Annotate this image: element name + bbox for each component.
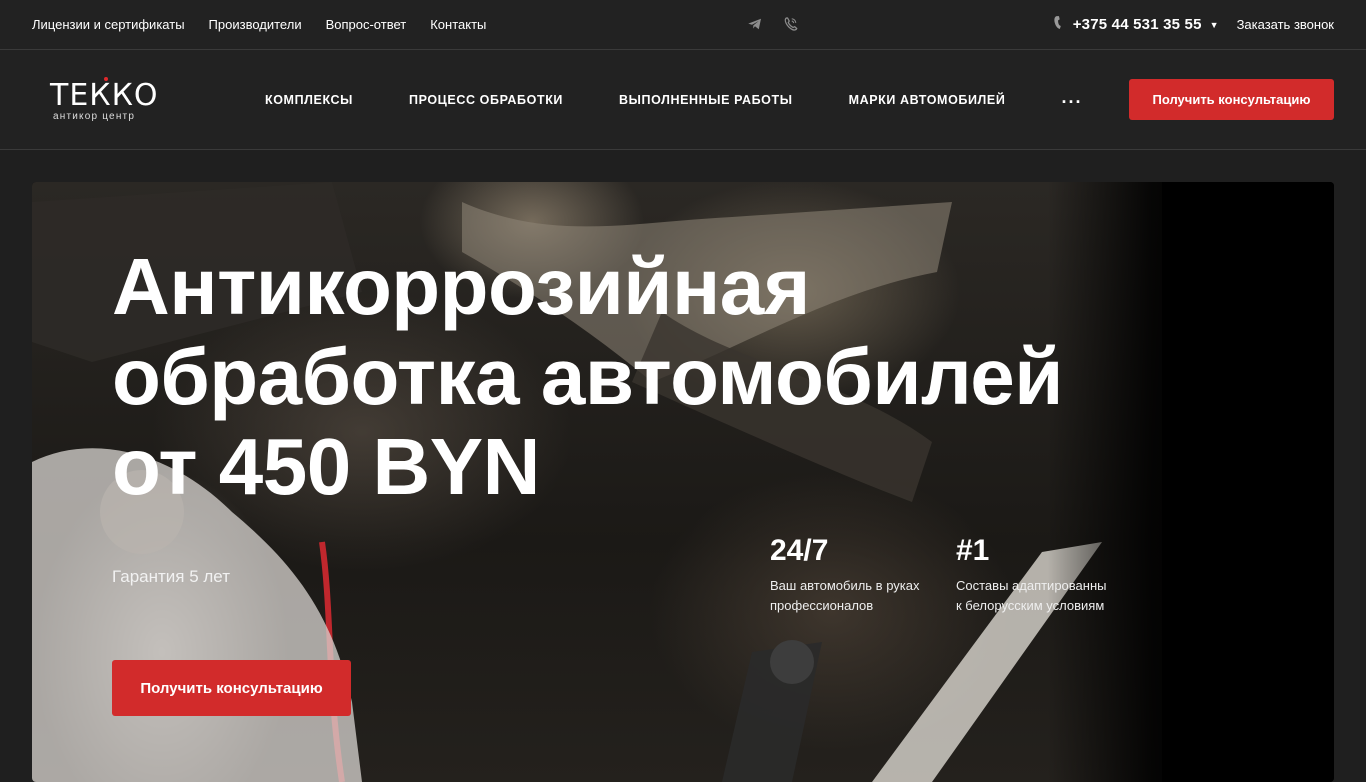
nav-item-brands[interactable]: МАРКИ АВТОМОБИЛЕЙ — [849, 93, 1006, 107]
hero-title: Антикоррозийная обработка автомобилей от… — [112, 242, 1112, 512]
social-links — [746, 15, 800, 33]
stat-description: Составы адаптированны к белорусским усло… — [956, 576, 1106, 616]
stat-value: 24/7 — [770, 534, 829, 567]
phone-icon — [1053, 15, 1064, 35]
top-bar: Лицензии и сертификаты Производители Воп… — [0, 0, 1366, 50]
top-link-contacts[interactable]: Контакты — [430, 17, 486, 32]
phone-block: +375 44 531 35 55 ▼ Заказать звонок — [1053, 0, 1334, 49]
logo-subtitle: антикор центр — [53, 111, 136, 122]
hero-banner: Антикоррозийная обработка автомобилей от… — [32, 182, 1334, 782]
stat-description-line: к белорусским условиям — [956, 598, 1105, 613]
consultation-button-header[interactable]: Получить консультацию — [1129, 79, 1334, 120]
top-links: Лицензии и сертификаты Производители Воп… — [32, 0, 510, 49]
main-nav: КОМПЛЕКСЫ ПРОЦЕСС ОБРАБОТКИ ВЫПОЛНЕННЫЕ … — [265, 50, 1082, 149]
nav-item-process[interactable]: ПРОЦЕСС ОБРАБОТКИ — [409, 93, 563, 107]
chevron-down-icon[interactable]: ▼ — [1210, 20, 1219, 30]
stat-description-line: Составы адаптированны — [956, 578, 1107, 593]
stat-support: 24/7 Ваш автомобиль в руках профессионал… — [770, 534, 919, 616]
stat-description: Ваш автомобиль в руках профессионалов — [770, 576, 919, 616]
more-dots-icon[interactable]: ... — [1061, 88, 1082, 108]
guarantee-text: Гарантия 5 лет — [112, 567, 230, 586]
stat-description-line: профессионалов — [770, 598, 874, 613]
nav-item-complexes[interactable]: КОМПЛЕКСЫ — [265, 93, 353, 107]
hero-title-line: от 450 BYN — [112, 422, 540, 511]
main-header: ТЕККО антикор центр КОМПЛЕКСЫ ПРОЦЕСС ОБ… — [0, 50, 1366, 150]
consultation-button-hero[interactable]: Получить консультацию — [112, 660, 351, 716]
logo-text: ТЕККО — [50, 78, 159, 113]
stat-value: #1 — [956, 534, 990, 567]
logo[interactable]: ТЕККО антикор центр — [50, 76, 170, 126]
top-link-manufacturers[interactable]: Производители — [209, 17, 302, 32]
callback-link[interactable]: Заказать звонок — [1237, 17, 1334, 32]
top-link-licenses[interactable]: Лицензии и сертификаты — [32, 17, 185, 32]
nav-item-works[interactable]: ВЫПОЛНЕННЫЕ РАБОТЫ — [619, 93, 793, 107]
phone-number[interactable]: +375 44 531 35 55 — [1073, 16, 1202, 33]
stat-description-line: Ваш автомобиль в руках — [770, 578, 920, 593]
viber-icon[interactable] — [782, 15, 800, 33]
top-link-faq[interactable]: Вопрос-ответ — [326, 17, 407, 32]
telegram-icon[interactable] — [746, 15, 764, 33]
hero-title-line: Антикоррозийная — [112, 242, 810, 331]
stat-rank: #1 Составы адаптированны к белорусским у… — [956, 534, 1106, 616]
logo-accent-dot — [104, 77, 108, 81]
hero-title-line: обработка автомобилей — [112, 332, 1063, 421]
